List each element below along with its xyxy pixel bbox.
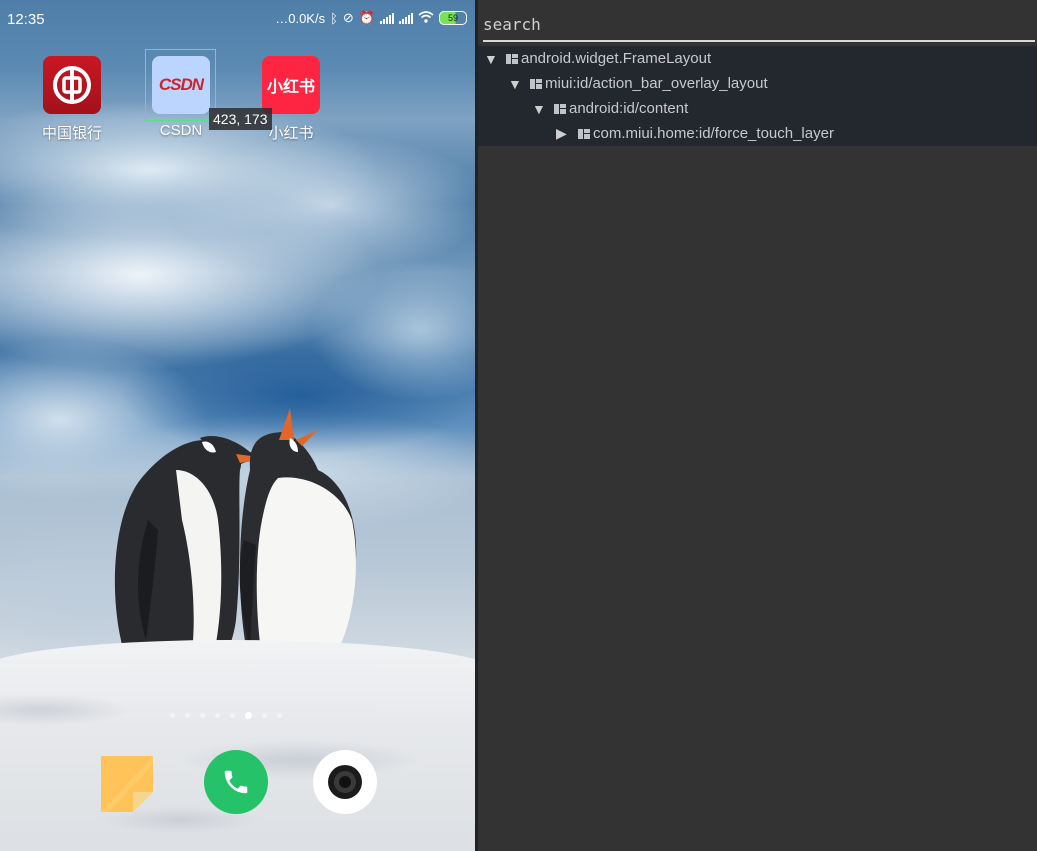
- page-dot: [215, 713, 220, 718]
- tree-node-label: com.miui.home:id/force_touch_layer: [593, 125, 834, 142]
- wifi-icon: [418, 10, 434, 26]
- tree-node-label: miui:id/action_bar_overlay_layout: [545, 75, 768, 92]
- tree-node[interactable]: ▼ android.widget.FrameLayout: [484, 46, 711, 71]
- search-bar: [483, 10, 1035, 42]
- page-dot: [185, 713, 190, 718]
- snow-ground: [0, 640, 475, 851]
- collapse-arrow-icon[interactable]: ▼: [508, 76, 526, 92]
- bluetooth-icon: ᛒ: [330, 10, 338, 26]
- xiaohongshu-icon[interactable]: 小红书: [262, 56, 320, 114]
- tree-node[interactable]: ▶ com.miui.home:id/force_touch_layer: [556, 121, 834, 146]
- tree-node[interactable]: ▼ android:id/content: [532, 96, 688, 121]
- status-time: 12:35: [7, 11, 45, 28]
- page-dot: [277, 713, 282, 718]
- tree-node-label: android:id/content: [569, 100, 689, 117]
- layout-icon: [530, 78, 542, 89]
- layout-icon: [578, 128, 590, 139]
- coordinate-readout: 423, 173: [209, 108, 272, 130]
- battery-icon: 59: [439, 11, 467, 25]
- inspector-panel: ▼ android.widget.FrameLayout ▼ miui:id/a…: [475, 0, 1037, 851]
- app-boc[interactable]: 中国银行: [27, 56, 117, 143]
- status-icons: …0.0K/s ᛒ ⊘ ⏰ 59: [275, 10, 467, 26]
- device-screen[interactable]: 12:35 …0.0K/s ᛒ ⊘ ⏰ 59 中国银行 CSDN CSDN 小红…: [0, 0, 475, 851]
- signal-icon: [380, 12, 394, 24]
- layout-icon: [554, 103, 566, 114]
- tree-node[interactable]: ▼ miui:id/action_bar_overlay_layout: [508, 71, 768, 96]
- search-input[interactable]: [483, 10, 1035, 38]
- phone-icon[interactable]: [204, 750, 268, 814]
- page-dot: [230, 713, 235, 718]
- alarm-icon: ⏰: [358, 10, 375, 25]
- layout-icon: [506, 53, 518, 64]
- notes-icon[interactable]: [101, 756, 153, 812]
- expand-arrow-icon[interactable]: ▶: [556, 125, 574, 142]
- collapse-arrow-icon[interactable]: ▼: [484, 51, 502, 67]
- page-dot: [262, 713, 267, 718]
- mute-icon: ⊘: [342, 10, 354, 25]
- collapse-arrow-icon[interactable]: ▼: [532, 101, 550, 117]
- page-dot: [170, 713, 175, 718]
- page-dot: [200, 713, 205, 718]
- signal-icon: [399, 12, 413, 24]
- xiaohongshu-logo-text: 小红书: [266, 79, 315, 96]
- battery-level: 59: [447, 13, 458, 23]
- status-bar: 12:35 …0.0K/s ᛒ ⊘ ⏰ 59: [0, 0, 475, 40]
- hierarchy-tree: ▼ android.widget.FrameLayout ▼ miui:id/a…: [478, 46, 1037, 146]
- app-label: 中国银行: [41, 125, 102, 142]
- camera-icon[interactable]: [313, 750, 377, 814]
- net-speed: …0.0K/s: [275, 10, 326, 26]
- boc-icon[interactable]: [43, 56, 101, 114]
- tree-node-label: android.widget.FrameLayout: [521, 50, 712, 67]
- page-indicator: [170, 712, 282, 719]
- page-dot-active: [245, 712, 252, 719]
- selection-highlight: [145, 49, 216, 121]
